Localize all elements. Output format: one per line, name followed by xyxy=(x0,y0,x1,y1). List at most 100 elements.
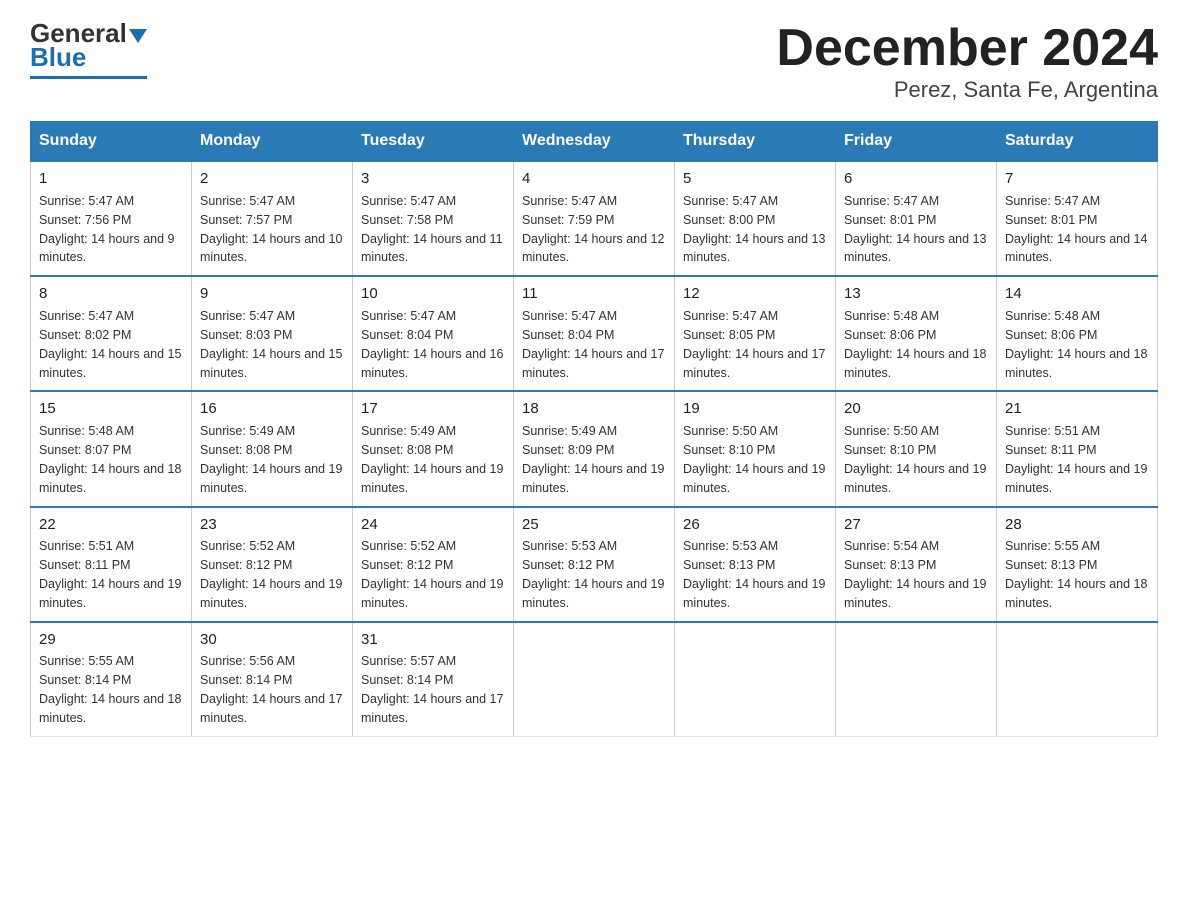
day-number: 20 xyxy=(844,398,988,420)
day-info: Sunrise: 5:53 AMSunset: 8:12 PMDaylight:… xyxy=(522,539,664,610)
day-info: Sunrise: 5:47 AMSunset: 8:00 PMDaylight:… xyxy=(683,194,825,265)
day-number: 11 xyxy=(522,283,666,305)
day-info: Sunrise: 5:55 AMSunset: 8:14 PMDaylight:… xyxy=(39,654,181,725)
day-number: 1 xyxy=(39,168,183,190)
day-cell: 26 Sunrise: 5:53 AMSunset: 8:13 PMDayligh… xyxy=(675,507,836,622)
title-block: December 2024 Perez, Santa Fe, Argentina xyxy=(776,20,1158,103)
day-info: Sunrise: 5:49 AMSunset: 8:08 PMDaylight:… xyxy=(200,424,342,495)
day-number: 22 xyxy=(39,514,183,536)
logo: General Blue xyxy=(30,20,147,79)
day-number: 4 xyxy=(522,168,666,190)
day-cell: 8Sunrise: 5:47 AMSunset: 8:02 PMDaylight… xyxy=(31,276,192,391)
day-info: Sunrise: 5:53 AMSunset: 8:13 PMDaylight:… xyxy=(683,539,825,610)
day-cell xyxy=(836,622,997,737)
day-cell: 17 Sunrise: 5:49 AMSunset: 8:08 PMDayligh… xyxy=(353,391,514,506)
day-cell: 9 Sunrise: 5:47 AMSunset: 8:03 PMDaylight… xyxy=(192,276,353,391)
week-row-3: 15 Sunrise: 5:48 AMSunset: 8:07 PMDayligh… xyxy=(31,391,1158,506)
day-info: Sunrise: 5:48 AMSunset: 8:06 PMDaylight:… xyxy=(1005,309,1147,380)
day-number: 31 xyxy=(361,629,505,651)
page-title: December 2024 xyxy=(776,20,1158,77)
column-header-monday: Monday xyxy=(192,122,353,162)
day-number: 5 xyxy=(683,168,827,190)
day-number: 15 xyxy=(39,398,183,420)
day-info: Sunrise: 5:47 AMSunset: 8:04 PMDaylight:… xyxy=(361,309,503,380)
day-number: 26 xyxy=(683,514,827,536)
day-number: 23 xyxy=(200,514,344,536)
day-number: 13 xyxy=(844,283,988,305)
day-cell: 23 Sunrise: 5:52 AMSunset: 8:12 PMDayligh… xyxy=(192,507,353,622)
day-info: Sunrise: 5:48 AMSunset: 8:06 PMDaylight:… xyxy=(844,309,986,380)
day-cell: 14 Sunrise: 5:48 AMSunset: 8:06 PMDayligh… xyxy=(997,276,1158,391)
day-number: 21 xyxy=(1005,398,1149,420)
page-header: General Blue December 2024 Perez, Santa … xyxy=(30,20,1158,103)
column-header-thursday: Thursday xyxy=(675,122,836,162)
day-number: 29 xyxy=(39,629,183,651)
day-cell: 16 Sunrise: 5:49 AMSunset: 8:08 PMDayligh… xyxy=(192,391,353,506)
day-info: Sunrise: 5:48 AMSunset: 8:07 PMDaylight:… xyxy=(39,424,181,495)
day-info: Sunrise: 5:47 AMSunset: 7:58 PMDaylight:… xyxy=(361,194,503,265)
day-number: 6 xyxy=(844,168,988,190)
day-cell: 30 Sunrise: 5:56 AMSunset: 8:14 PMDayligh… xyxy=(192,622,353,737)
day-info: Sunrise: 5:56 AMSunset: 8:14 PMDaylight:… xyxy=(200,654,342,725)
day-number: 14 xyxy=(1005,283,1149,305)
day-cell xyxy=(514,622,675,737)
week-row-1: 1Sunrise: 5:47 AMSunset: 7:56 PMDaylight… xyxy=(31,161,1158,276)
day-cell: 1Sunrise: 5:47 AMSunset: 7:56 PMDaylight… xyxy=(31,161,192,276)
column-header-saturday: Saturday xyxy=(997,122,1158,162)
column-header-wednesday: Wednesday xyxy=(514,122,675,162)
day-info: Sunrise: 5:49 AMSunset: 8:08 PMDaylight:… xyxy=(361,424,503,495)
day-number: 7 xyxy=(1005,168,1149,190)
day-info: Sunrise: 5:50 AMSunset: 8:10 PMDaylight:… xyxy=(683,424,825,495)
day-info: Sunrise: 5:47 AMSunset: 7:57 PMDaylight:… xyxy=(200,194,342,265)
day-number: 19 xyxy=(683,398,827,420)
day-number: 9 xyxy=(200,283,344,305)
day-info: Sunrise: 5:52 AMSunset: 8:12 PMDaylight:… xyxy=(200,539,342,610)
day-info: Sunrise: 5:51 AMSunset: 8:11 PMDaylight:… xyxy=(39,539,181,610)
day-cell: 12 Sunrise: 5:47 AMSunset: 8:05 PMDayligh… xyxy=(675,276,836,391)
day-cell: 28Sunrise: 5:55 AMSunset: 8:13 PMDayligh… xyxy=(997,507,1158,622)
day-cell: 24 Sunrise: 5:52 AMSunset: 8:12 PMDayligh… xyxy=(353,507,514,622)
day-cell: 15 Sunrise: 5:48 AMSunset: 8:07 PMDayligh… xyxy=(31,391,192,506)
day-number: 30 xyxy=(200,629,344,651)
day-cell: 21 Sunrise: 5:51 AMSunset: 8:11 PMDayligh… xyxy=(997,391,1158,506)
day-number: 12 xyxy=(683,283,827,305)
day-cell: 3 Sunrise: 5:47 AMSunset: 7:58 PMDaylight… xyxy=(353,161,514,276)
day-number: 27 xyxy=(844,514,988,536)
day-number: 16 xyxy=(200,398,344,420)
day-cell: 27Sunrise: 5:54 AMSunset: 8:13 PMDayligh… xyxy=(836,507,997,622)
day-info: Sunrise: 5:47 AMSunset: 8:01 PMDaylight:… xyxy=(844,194,986,265)
logo-triangle-icon xyxy=(129,29,147,43)
day-info: Sunrise: 5:47 AMSunset: 8:05 PMDaylight:… xyxy=(683,309,825,380)
day-info: Sunrise: 5:55 AMSunset: 8:13 PMDaylight:… xyxy=(1005,539,1147,610)
day-info: Sunrise: 5:47 AMSunset: 8:01 PMDaylight:… xyxy=(1005,194,1147,265)
column-header-sunday: Sunday xyxy=(31,122,192,162)
day-info: Sunrise: 5:47 AMSunset: 8:03 PMDaylight:… xyxy=(200,309,342,380)
day-cell: 7 Sunrise: 5:47 AMSunset: 8:01 PMDaylight… xyxy=(997,161,1158,276)
day-info: Sunrise: 5:51 AMSunset: 8:11 PMDaylight:… xyxy=(1005,424,1147,495)
day-info: Sunrise: 5:52 AMSunset: 8:12 PMDaylight:… xyxy=(361,539,503,610)
day-number: 8 xyxy=(39,283,183,305)
day-number: 24 xyxy=(361,514,505,536)
day-number: 17 xyxy=(361,398,505,420)
day-cell: 25 Sunrise: 5:53 AMSunset: 8:12 PMDayligh… xyxy=(514,507,675,622)
day-number: 3 xyxy=(361,168,505,190)
day-cell: 5 Sunrise: 5:47 AMSunset: 8:00 PMDaylight… xyxy=(675,161,836,276)
page-subtitle: Perez, Santa Fe, Argentina xyxy=(776,77,1158,103)
calendar-table: SundayMondayTuesdayWednesdayThursdayFrid… xyxy=(30,121,1158,737)
day-number: 18 xyxy=(522,398,666,420)
day-cell: 29 Sunrise: 5:55 AMSunset: 8:14 PMDayligh… xyxy=(31,622,192,737)
column-header-friday: Friday xyxy=(836,122,997,162)
day-info: Sunrise: 5:47 AMSunset: 8:04 PMDaylight:… xyxy=(522,309,664,380)
day-cell: 2 Sunrise: 5:47 AMSunset: 7:57 PMDaylight… xyxy=(192,161,353,276)
week-row-4: 22 Sunrise: 5:51 AMSunset: 8:11 PMDayligh… xyxy=(31,507,1158,622)
day-number: 25 xyxy=(522,514,666,536)
week-row-2: 8Sunrise: 5:47 AMSunset: 8:02 PMDaylight… xyxy=(31,276,1158,391)
day-number: 2 xyxy=(200,168,344,190)
day-info: Sunrise: 5:57 AMSunset: 8:14 PMDaylight:… xyxy=(361,654,503,725)
day-cell xyxy=(997,622,1158,737)
day-cell: 18 Sunrise: 5:49 AMSunset: 8:09 PMDayligh… xyxy=(514,391,675,506)
day-info: Sunrise: 5:49 AMSunset: 8:09 PMDaylight:… xyxy=(522,424,664,495)
day-cell: 31 Sunrise: 5:57 AMSunset: 8:14 PMDayligh… xyxy=(353,622,514,737)
day-number: 10 xyxy=(361,283,505,305)
logo-blue-text: Blue xyxy=(30,42,86,72)
